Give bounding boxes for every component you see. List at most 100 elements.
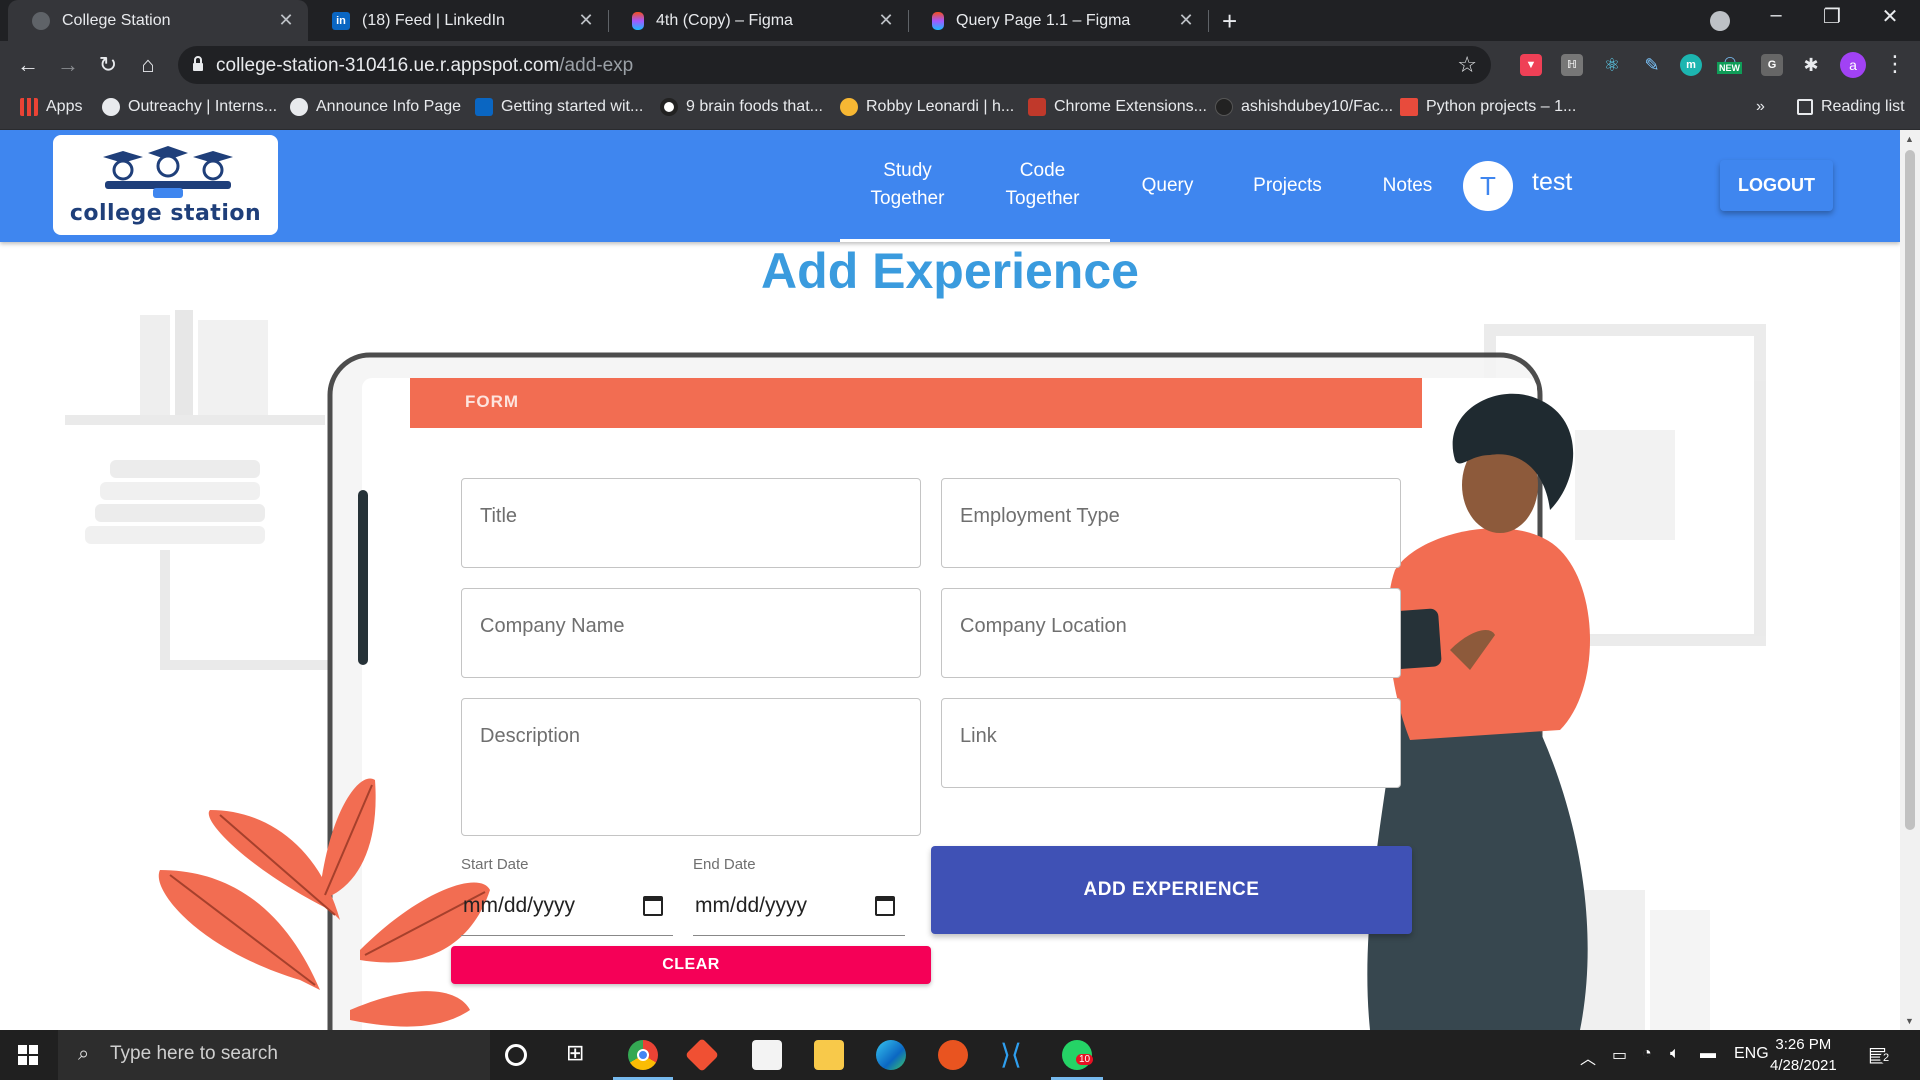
start-date-input[interactable]: Start Date mm/dd/yyyy xyxy=(461,856,673,936)
close-tab-icon[interactable]: ✕ xyxy=(576,10,596,31)
nav-query[interactable]: Query xyxy=(1130,130,1205,242)
home-button[interactable]: ⌂ xyxy=(132,49,164,81)
bookmark-apps[interactable]: Apps xyxy=(20,98,82,116)
title-input[interactable]: Title xyxy=(461,478,921,568)
nav-study-together[interactable]: Study Together xyxy=(840,130,975,242)
tab-figma-4th[interactable]: 4th (Copy) – Figma ✕ xyxy=(608,0,908,41)
language-indicator[interactable]: ENG xyxy=(1734,1045,1769,1063)
close-window-button[interactable]: ✕ xyxy=(1870,4,1910,29)
company-name-input[interactable]: Company Name xyxy=(461,588,921,678)
mentimeter-extension-icon[interactable]: m xyxy=(1680,54,1702,76)
nav-code-together[interactable]: Code Together xyxy=(975,130,1110,242)
bookmarks-overflow[interactable]: » xyxy=(1756,98,1765,116)
bookmark-outreachy[interactable]: Outreachy | Interns... xyxy=(102,98,277,116)
nav-notes[interactable]: Notes xyxy=(1370,130,1445,242)
tab-search-icon[interactable] xyxy=(1710,11,1730,31)
taskbar-search-box[interactable]: ⌕ Type here to search xyxy=(58,1030,490,1080)
figma-icon xyxy=(632,11,644,30)
linkedin-icon xyxy=(475,98,493,116)
notification-count: 2 xyxy=(1880,1052,1893,1064)
description-textarea[interactable]: Description xyxy=(461,698,921,836)
react-devtools-icon[interactable]: ⚛ xyxy=(1601,54,1623,76)
vscode-icon[interactable]: ⟩⟨ xyxy=(1000,1040,1030,1070)
forward-button[interactable]: → xyxy=(52,49,84,81)
tab-figma-query[interactable]: Query Page 1.1 – Figma ✕ xyxy=(908,0,1208,41)
meet-now-icon[interactable]: ▭ xyxy=(1612,1045,1627,1065)
browser-toolbar: ← → ↻ ⌂ college-station-310416.ue.r.apps… xyxy=(0,41,1920,88)
pocket-extension-icon[interactable]: ▼ xyxy=(1520,54,1542,76)
reload-button[interactable]: ↻ xyxy=(92,49,124,81)
globe-icon xyxy=(290,98,308,116)
chrome-menu-icon[interactable]: ⋮ xyxy=(1884,51,1906,77)
profile-avatar[interactable]: a xyxy=(1840,52,1866,78)
figma-icon xyxy=(932,11,944,30)
tab-title: 4th (Copy) – Figma xyxy=(656,11,793,29)
reading-list[interactable]: Reading list xyxy=(1797,98,1905,116)
link-input[interactable]: Link xyxy=(941,698,1401,788)
scroll-down-arrow[interactable]: ▼ xyxy=(1905,1016,1914,1026)
new-tab-button[interactable]: + xyxy=(1222,6,1237,37)
cortana-icon[interactable] xyxy=(505,1044,527,1066)
edge-icon[interactable] xyxy=(876,1040,906,1070)
page-scrollbar[interactable]: ▲ ▼ xyxy=(1900,130,1920,1030)
udemy-icon xyxy=(1028,98,1046,116)
clear-button[interactable]: CLEAR xyxy=(451,946,931,984)
extensions-puzzle-icon[interactable]: ✱ xyxy=(1800,54,1822,76)
logout-button[interactable]: LOGOUT xyxy=(1720,160,1833,211)
close-tab-icon[interactable]: ✕ xyxy=(1176,10,1196,31)
tab-title: Query Page 1.1 – Figma xyxy=(956,11,1131,29)
globe-icon xyxy=(102,98,120,116)
user-avatar[interactable]: T xyxy=(1463,161,1513,211)
volume-icon[interactable]: 🔈︎ xyxy=(1670,1045,1680,1063)
wifi-icon[interactable]: ◔ xyxy=(1642,1045,1652,1063)
tab-linkedin[interactable]: in (18) Feed | LinkedIn ✕ xyxy=(308,0,608,41)
new-extension-icon[interactable]: ◠ NEW xyxy=(1717,53,1742,76)
company-location-input[interactable]: Company Location xyxy=(941,588,1401,678)
taskbar-clock[interactable]: 3:26 PM 4/28/2021 xyxy=(1770,1034,1837,1076)
globe-icon xyxy=(32,11,50,30)
nav-projects[interactable]: Projects xyxy=(1240,130,1335,242)
end-date-input[interactable]: End Date mm/dd/yyyy xyxy=(693,856,905,936)
minimize-button[interactable]: – xyxy=(1756,4,1796,27)
new-badge: NEW xyxy=(1717,62,1742,74)
bookmark-star-icon[interactable]: ☆ xyxy=(1457,52,1477,78)
windows-start-icon[interactable] xyxy=(18,1045,38,1065)
calendar-icon[interactable] xyxy=(643,896,663,916)
calendar-icon[interactable] xyxy=(875,896,895,916)
bookmark-github[interactable]: ashishdubey10/Fac... xyxy=(1215,98,1393,116)
notification-center-icon[interactable]: ▤ 2 xyxy=(1868,1042,1893,1067)
bookmark-brain-foods[interactable]: 9 brain foods that... xyxy=(660,98,823,116)
grammarly-extension-icon[interactable]: G xyxy=(1761,54,1783,76)
app-navbar: college station Study Together Code Toge… xyxy=(0,130,1900,242)
battery-icon[interactable]: ▬ xyxy=(1700,1045,1716,1063)
tab-college-station[interactable]: College Station ✕ xyxy=(8,0,308,41)
url-text: college-station-310416.ue.r.appspot.com/… xyxy=(216,55,634,76)
bookmark-announce-info[interactable]: Announce Info Page xyxy=(290,98,461,116)
scrollbar-thumb[interactable] xyxy=(1905,150,1915,830)
ubuntu-icon[interactable] xyxy=(938,1040,968,1070)
address-bar[interactable]: college-station-310416.ue.r.appspot.com/… xyxy=(178,46,1491,84)
show-hidden-icons[interactable]: ︿ xyxy=(1580,1045,1596,1069)
bookmark-chrome-extensions[interactable]: Chrome Extensions... xyxy=(1028,98,1207,116)
extension-icon[interactable]: ℍ xyxy=(1561,54,1583,76)
task-view-icon[interactable]: ⊞ xyxy=(566,1040,596,1070)
tab-title: College Station xyxy=(62,11,171,29)
git-icon[interactable] xyxy=(685,1038,719,1072)
restore-button[interactable]: ❐ xyxy=(1812,4,1852,29)
add-experience-button[interactable]: ADD EXPERIENCE xyxy=(931,846,1412,934)
scroll-up-arrow[interactable]: ▲ xyxy=(1905,134,1914,144)
whatsapp-icon[interactable]: 10 xyxy=(1062,1040,1094,1070)
store-icon[interactable] xyxy=(752,1040,782,1070)
bookmark-python-projects[interactable]: Python projects – 1... xyxy=(1400,98,1576,116)
close-tab-icon[interactable]: ✕ xyxy=(276,10,296,31)
logo-text: college station xyxy=(69,201,262,226)
college-station-logo[interactable]: college station xyxy=(53,135,278,235)
bookmark-getting-started[interactable]: Getting started wit... xyxy=(475,98,643,116)
chrome-taskbar-icon[interactable] xyxy=(628,1040,658,1070)
back-button[interactable]: ← xyxy=(12,49,44,81)
employment-type-input[interactable]: Employment Type xyxy=(941,478,1401,568)
file-explorer-icon[interactable] xyxy=(814,1040,844,1070)
bookmark-robby-leonardi[interactable]: Robby Leonardi | h... xyxy=(840,98,1014,116)
close-tab-icon[interactable]: ✕ xyxy=(876,10,896,31)
pen-extension-icon[interactable]: ✎ xyxy=(1641,54,1663,76)
